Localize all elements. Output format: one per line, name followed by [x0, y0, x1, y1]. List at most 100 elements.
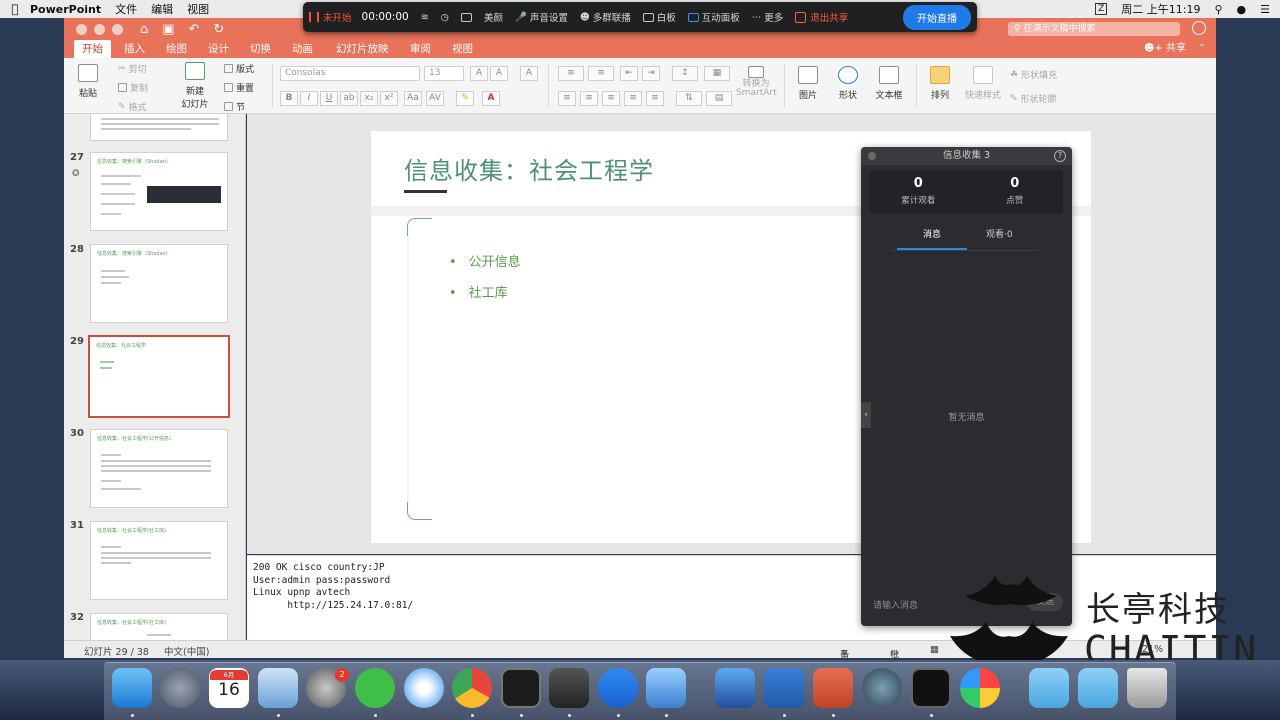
menubar-clock[interactable]: 周二 上午11:19 [1121, 1, 1200, 17]
trash-icon[interactable] [1127, 668, 1167, 708]
spotlight-icon[interactable]: ⚲ [1214, 3, 1222, 16]
downloads-folder-icon[interactable] [1029, 668, 1069, 708]
message-input[interactable]: 请输入消息 [873, 598, 918, 611]
control-center-icon[interactable]: ☰ [1260, 3, 1270, 16]
underline-button[interactable]: U [320, 91, 338, 106]
record-status[interactable]: 未开始 [309, 10, 352, 24]
menu-file[interactable]: 文件 [115, 1, 137, 17]
wechat-icon[interactable] [355, 668, 395, 708]
exit-share-button[interactable]: 退出共享 [795, 10, 848, 24]
normal-view-icon[interactable]: ▦ [930, 644, 939, 655]
chrome-icon[interactable] [452, 668, 492, 708]
multi-group-button[interactable]: ☻ 多群联播 [580, 10, 631, 25]
align-text-button[interactable]: ▤ [706, 91, 732, 106]
slide-thumbnail-29-selected[interactable]: 信息收集：社会工程学 [88, 335, 230, 418]
slide-thumbnail-31[interactable]: 信息收集：社会工程学(社工库) [90, 521, 228, 600]
justify-button[interactable]: ≡ [624, 91, 642, 106]
share-button[interactable]: ☻+ 共享 [1144, 40, 1186, 58]
layout-button[interactable]: 版式 [224, 62, 254, 75]
feedback-smiley-icon[interactable] [1192, 21, 1206, 35]
line-spacing-button[interactable]: ↕ [672, 66, 698, 81]
highlight-button[interactable]: ✎ [456, 91, 474, 106]
shape-button[interactable]: 形状 [834, 66, 862, 101]
decrease-font-button[interactable]: A [490, 66, 508, 81]
quick-styles-button[interactable]: 快速样式 [964, 66, 1002, 101]
documents-folder-icon[interactable] [1078, 668, 1118, 708]
sublime-text-icon[interactable] [549, 668, 589, 708]
bold-button[interactable]: B [280, 91, 298, 106]
slide-thumbnail-27[interactable]: 信息收集：搜索引擎（Shodan） [90, 152, 228, 231]
font-name-select[interactable]: Consolas [280, 66, 420, 81]
textbox-button[interactable]: 文本框 [874, 66, 904, 101]
powerpoint-icon[interactable] [813, 668, 853, 708]
close-panel-button[interactable] [868, 152, 876, 160]
photos-icon[interactable] [960, 668, 1000, 708]
align-right-button[interactable]: ≡ [602, 91, 620, 106]
launchpad-icon[interactable] [160, 668, 200, 708]
menu-edit[interactable]: 编辑 [151, 1, 173, 17]
language-indicator[interactable]: 中文(中国) [164, 644, 209, 658]
distribute-button[interactable]: ≡ [646, 91, 664, 106]
tab-transitions[interactable]: 切换 [250, 40, 271, 58]
clear-format-button[interactable]: A [520, 66, 538, 81]
format-painter-button[interactable]: ✎ 格式 [118, 100, 147, 114]
audio-settings-button[interactable]: 🎤 声音设置 [515, 10, 568, 25]
numbering-button[interactable]: ≡ [588, 66, 614, 81]
zoom-window-button[interactable] [112, 24, 123, 35]
tab-slideshow[interactable]: 幻灯片放映 [336, 40, 389, 58]
tab-messages[interactable]: 消息 [923, 227, 941, 240]
dingtalk-icon[interactable] [598, 668, 638, 708]
safari-icon[interactable] [404, 668, 444, 708]
tab-design[interactable]: 设计 [208, 40, 229, 58]
bullet-item[interactable]: 社工库 [449, 282, 508, 301]
shape-fill-button[interactable]: ☘ 形状填充 [1010, 68, 1057, 82]
remote-desktop-icon[interactable] [646, 668, 686, 708]
cut-button[interactable]: ✂ 剪切 [118, 62, 147, 76]
character-spacing-button[interactable]: AV [426, 91, 444, 106]
redo-icon[interactable]: ↻ [213, 22, 224, 37]
slide-thumbnail-28[interactable]: 信息收集：搜索引擎（Shodan） [90, 244, 228, 323]
tab-draw[interactable]: 绘图 [166, 40, 187, 58]
change-case-button[interactable]: Aa [404, 91, 422, 106]
increase-font-button[interactable]: A [470, 66, 488, 81]
help-icon[interactable]: ? [1054, 150, 1066, 162]
home-icon[interactable]: ⌂ [140, 22, 148, 37]
menu-view[interactable]: 视图 [187, 1, 209, 17]
italic-button[interactable]: I [300, 91, 318, 106]
apple-icon[interactable]:  [0, 2, 30, 16]
keynote-icon[interactable] [258, 668, 298, 708]
bullet-item[interactable]: 公开信息 [449, 251, 521, 270]
text-direction-button[interactable]: ⇅ [676, 91, 702, 106]
start-live-button[interactable]: 开始直播 [903, 4, 971, 30]
reset-button[interactable]: 重置 [224, 81, 254, 94]
columns-button[interactable]: ▦ [704, 66, 730, 81]
increase-indent-button[interactable]: ⇥ [642, 66, 660, 81]
superscript-button[interactable]: x² [380, 91, 398, 106]
paste-button[interactable]: 粘贴 [76, 64, 100, 99]
minimize-window-button[interactable] [94, 24, 105, 35]
wifi-icon[interactable]: ≋ [421, 12, 429, 23]
collapse-ribbon-icon[interactable]: ⌃ [1198, 40, 1206, 58]
terminal-2-icon[interactable] [911, 668, 951, 708]
decrease-indent-button[interactable]: ⇤ [620, 66, 638, 81]
copy-button[interactable]: 复制 [118, 81, 148, 94]
new-slide-button[interactable]: 新建 幻灯片 [180, 62, 210, 110]
xcode-icon[interactable] [715, 668, 755, 708]
tab-home[interactable]: 开始 [74, 40, 111, 58]
align-center-button[interactable]: ≡ [580, 91, 598, 106]
siri-icon[interactable]: ● [1237, 3, 1247, 16]
whiteboard-button[interactable]: 白板 [642, 10, 676, 24]
app-name-menu[interactable]: PowerPoint [30, 3, 101, 16]
wireshark-icon[interactable] [862, 668, 902, 708]
beauty-button[interactable]: 美颜 [484, 10, 503, 24]
shape-outline-button[interactable]: ✎ 形状轮廓 [1010, 92, 1057, 106]
tab-animations[interactable]: 动画 [292, 40, 313, 58]
tab-watching[interactable]: 观看·0 [986, 227, 1013, 240]
finder-icon[interactable] [112, 668, 152, 708]
section-button[interactable]: 节 [224, 100, 245, 113]
search-input[interactable]: ⚲ 在演示文稿中搜索 [1008, 22, 1180, 36]
tab-insert[interactable]: 插入 [124, 40, 145, 58]
subscript-button[interactable]: x₂ [360, 91, 378, 106]
terminal-icon[interactable] [501, 668, 541, 708]
bullets-button[interactable]: ≡ [558, 66, 584, 81]
